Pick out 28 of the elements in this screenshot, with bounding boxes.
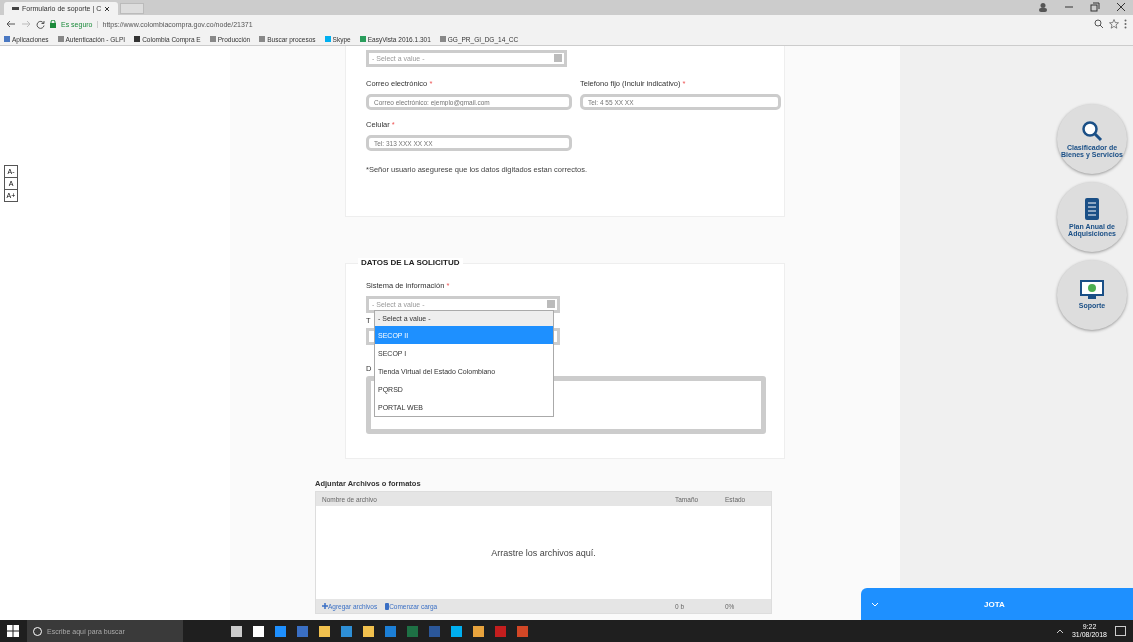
close-icon[interactable]: [1116, 1, 1126, 12]
plus-icon: [322, 603, 328, 609]
chevron-icon[interactable]: [871, 601, 879, 607]
taskbar-app-icon[interactable]: [451, 625, 462, 637]
section-legend: DATOS DE LA SOLICITUD: [358, 258, 463, 267]
restore-icon[interactable]: [1090, 1, 1100, 12]
site-icon: [12, 7, 19, 10]
back-icon[interactable]: [6, 20, 16, 28]
star-icon[interactable]: [1109, 19, 1119, 29]
taskbar-app-icon[interactable]: [253, 625, 264, 637]
lock-icon: [50, 20, 56, 28]
notification-icon[interactable]: [1115, 626, 1126, 636]
taskbar-app-icon[interactable]: [319, 625, 330, 637]
chat-title: JOTA: [984, 599, 1005, 609]
zoom-icon[interactable]: [1094, 19, 1104, 29]
search-icon: [1081, 119, 1103, 142]
start-icon[interactable]: [7, 625, 19, 637]
document-icon: [1084, 196, 1100, 221]
taskbar-app-icon[interactable]: [363, 625, 374, 637]
taskbar-app-icon[interactable]: [231, 625, 242, 637]
monitor-icon: [1080, 280, 1104, 301]
profile-icon[interactable]: [1038, 1, 1048, 12]
drop-zone-text: Arrastre los archivos aquí.: [491, 547, 596, 558]
menu-icon[interactable]: [1124, 19, 1127, 29]
chevron-up-icon[interactable]: [1055, 628, 1064, 634]
reload-icon[interactable]: [36, 19, 45, 29]
close-tab-icon[interactable]: [104, 5, 111, 12]
taskbar-app-icon[interactable]: [473, 625, 484, 637]
